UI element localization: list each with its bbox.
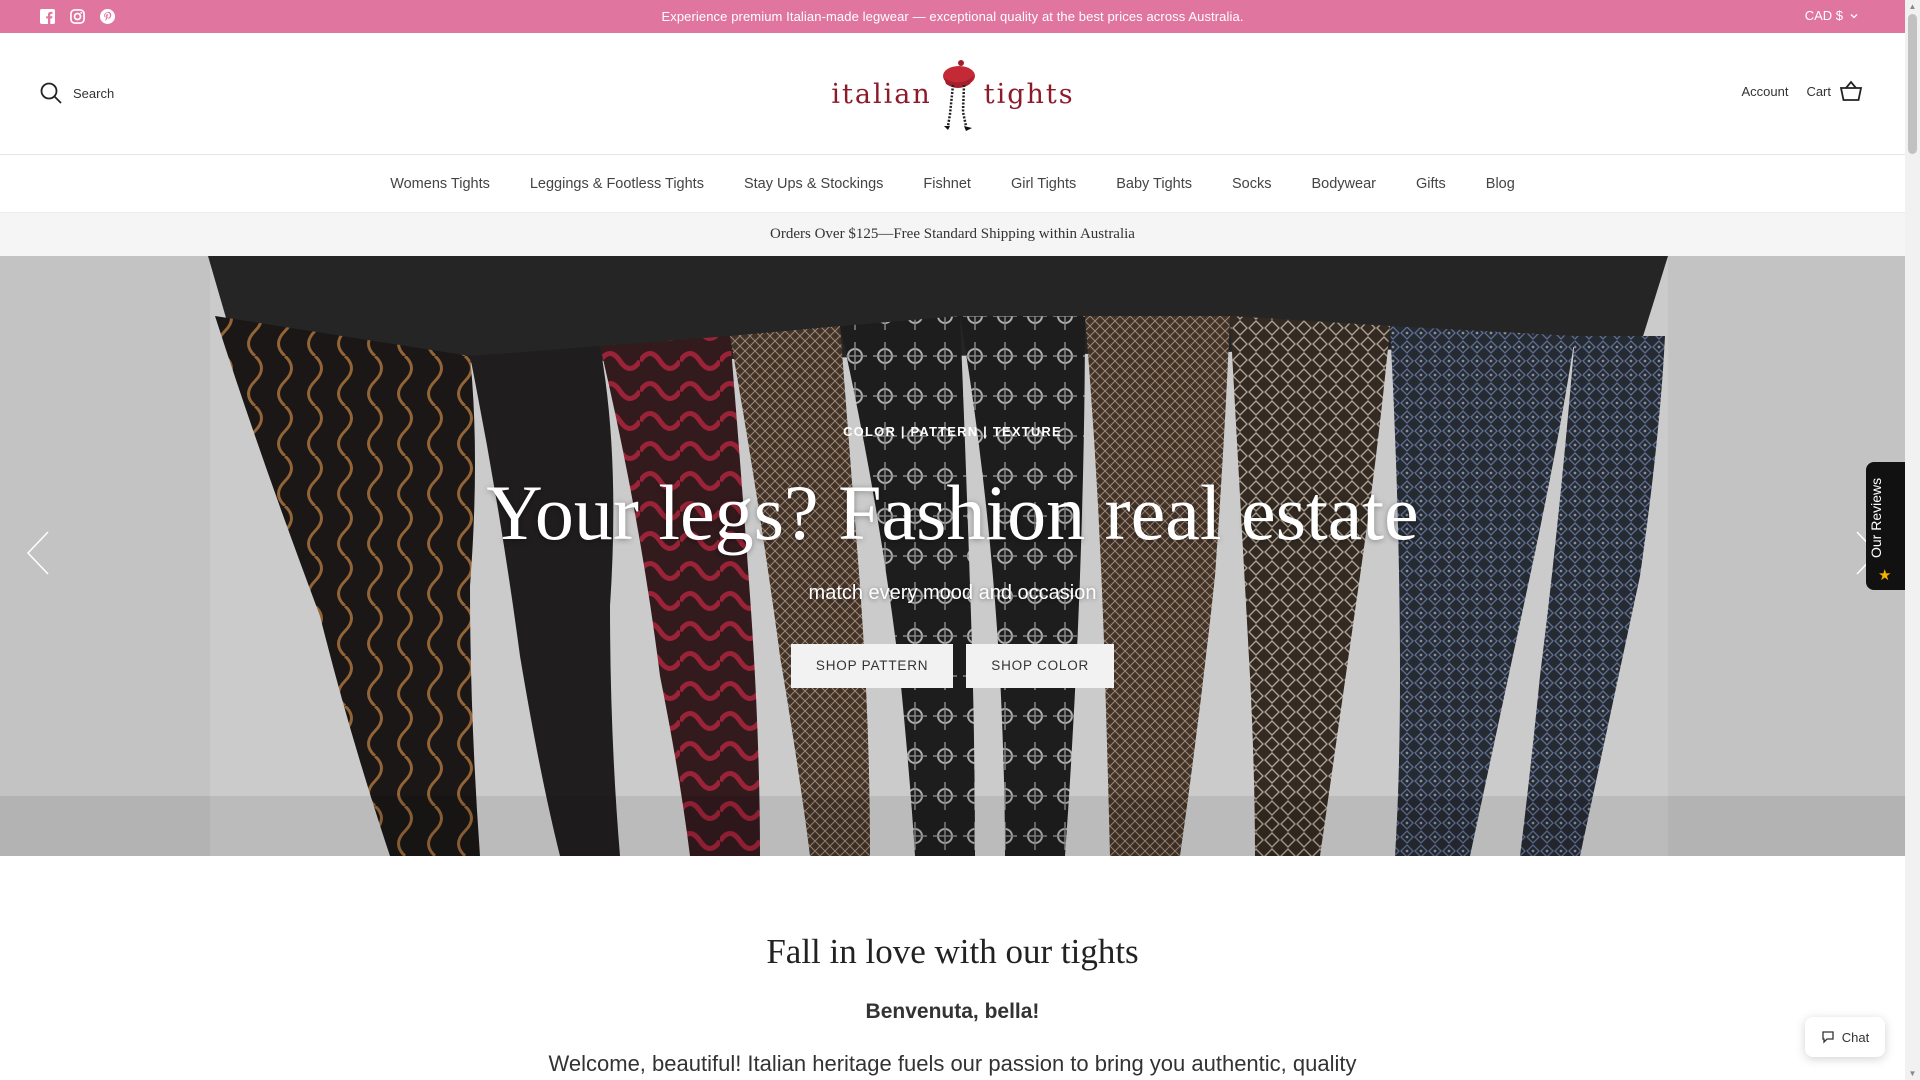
nav-item-baby-tights[interactable]: Baby Tights: [1116, 176, 1192, 192]
shipping-banner: Orders Over $125—Free Standard Shipping …: [0, 212, 1905, 256]
site-logo[interactable]: italian tights: [828, 51, 1078, 137]
scroll-up-icon[interactable]: ▲: [1908, 2, 1917, 11]
hero-headline: Your legs? Fashion real estate: [486, 469, 1419, 556]
scrollbar-thumb[interactable]: [1908, 14, 1917, 154]
chat-label: Chat: [1841, 1029, 1870, 1045]
currency-selector[interactable]: CAD $: [1805, 8, 1859, 23]
announcement-message: Experience premium Italian-made legwear …: [661, 9, 1244, 24]
main-nav: Womens Tights Leggings & Footless Tights…: [0, 155, 1905, 212]
nav-item-blog[interactable]: Blog: [1486, 176, 1515, 192]
nav-item-gifts[interactable]: Gifts: [1416, 176, 1446, 192]
shop-pattern-button[interactable]: SHOP PATTERN: [790, 644, 954, 688]
basket-icon: [1839, 80, 1863, 101]
account-link[interactable]: Account: [1741, 84, 1788, 99]
nav-item-girl-tights[interactable]: Girl Tights: [1011, 176, 1076, 192]
logo-text-right: tights: [983, 78, 1075, 110]
reviews-tab-label: Our Reviews: [1868, 477, 1884, 558]
page-scrollbar[interactable]: ▲ ▼: [1905, 0, 1920, 1080]
chat-bubble-icon: [1822, 1031, 1834, 1044]
nav-item-stay-ups[interactable]: Stay Ups & Stockings: [744, 176, 883, 192]
logo-text-left: italian: [831, 78, 932, 110]
intro-body: Welcome, beautiful! Italian heritage fue…: [548, 1051, 1357, 1076]
cart-label: Cart: [1806, 83, 1831, 99]
slide-prev-button[interactable]: [24, 530, 54, 576]
logo-figure-icon: [942, 60, 975, 131]
site-header: Search italian tights Account Cart: [0, 33, 1905, 155]
nav-item-womens-tights[interactable]: Womens Tights: [390, 176, 490, 192]
nav-item-leggings[interactable]: Leggings & Footless Tights: [530, 176, 704, 192]
nav-item-fishnet[interactable]: Fishnet: [923, 176, 971, 192]
hero-slideshow: COLOR | PATTERN | TEXTURE Your legs? Fas…: [0, 256, 1905, 856]
scroll-down-icon[interactable]: ▼: [1908, 1069, 1917, 1078]
announcement-bar: Experience premium Italian-made legwear …: [0, 0, 1905, 33]
hero-subheadline: match every mood and occasion: [808, 582, 1097, 604]
header-actions: Account Cart: [1741, 80, 1863, 102]
chevron-left-icon: [26, 531, 49, 575]
search-button[interactable]: Search: [39, 81, 114, 105]
currency-label: CAD $: [1804, 8, 1843, 23]
search-icon: [40, 82, 62, 104]
shop-color-button[interactable]: SHOP COLOR: [966, 644, 1115, 688]
intro-subtitle: Benvenuta, bella!: [865, 1000, 1040, 1023]
reviews-tab[interactable]: Our Reviews ★: [1866, 462, 1906, 590]
chevron-down-icon: [1850, 13, 1858, 18]
hero-buttons: SHOP PATTERN SHOP COLOR: [0, 644, 1905, 688]
chat-button[interactable]: Chat: [1805, 1017, 1885, 1057]
hero-kicker: COLOR | PATTERN | TEXTURE: [843, 424, 1062, 439]
nav-item-bodywear[interactable]: Bodywear: [1311, 176, 1375, 192]
cart-button[interactable]: Cart: [1806, 80, 1863, 102]
nav-item-socks[interactable]: Socks: [1232, 176, 1272, 192]
intro-title: Fall in love with our tights: [766, 932, 1139, 971]
search-label: Search: [73, 85, 115, 101]
star-icon: ★: [1878, 567, 1892, 584]
